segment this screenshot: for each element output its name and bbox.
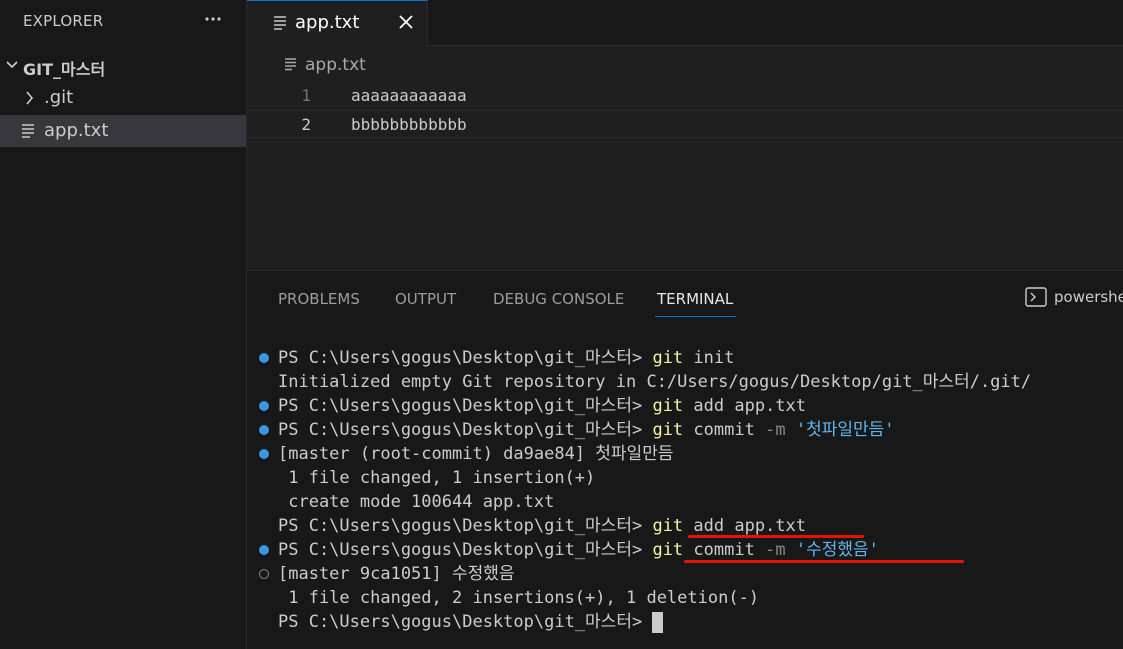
active-tab-indicator bbox=[655, 316, 736, 317]
line-text[interactable]: bbbbbbbbbbbb bbox=[351, 115, 467, 134]
output-text: 1 file changed, 1 insertion(+) bbox=[278, 468, 596, 488]
tab-output[interactable]: OUTPUT bbox=[395, 290, 456, 308]
file-lines-icon bbox=[22, 124, 34, 138]
prompt: PS C:\Users\gogus\Desktop\git_마스터> bbox=[278, 348, 643, 368]
command-success-dot[interactable] bbox=[259, 545, 269, 555]
terminal-line: PS C:\Users\gogus\Desktop\git_마스터> git c… bbox=[259, 418, 895, 442]
terminal-powershell-icon[interactable] bbox=[1025, 287, 1047, 307]
ellipsis-icon[interactable] bbox=[200, 6, 226, 32]
breadcrumb[interactable]: app.txt bbox=[305, 55, 366, 75]
tree-item-label: app.txt bbox=[44, 120, 109, 141]
output-text: [master 9ca1051] 수정했음 bbox=[278, 564, 515, 584]
command: git bbox=[652, 348, 684, 368]
command-args: add app.txt bbox=[693, 396, 807, 416]
command: git bbox=[652, 420, 684, 440]
red-annotation-underline bbox=[684, 560, 964, 563]
prompt: PS C:\Users\gogus\Desktop\git_마스터> bbox=[278, 516, 643, 536]
tab-bar: app.txt bbox=[247, 0, 1123, 46]
line-text[interactable]: aaaaaaaaaaaa bbox=[351, 86, 467, 105]
terminal-cursor[interactable] bbox=[652, 611, 664, 633]
prompt: PS C:\Users\gogus\Desktop\git_마스터> bbox=[278, 612, 643, 632]
command: git bbox=[652, 540, 684, 560]
command-success-dot[interactable] bbox=[259, 401, 269, 411]
terminal-line: [master (root-commit) da9ae84] 첫파일만듬 bbox=[259, 442, 674, 466]
folder-name: GIT_마스터 bbox=[23, 60, 106, 79]
chevron-right-icon bbox=[26, 91, 34, 105]
command-flag: -m bbox=[765, 420, 786, 440]
folder-row[interactable]: GIT_마스터 bbox=[0, 53, 246, 79]
prompt: PS C:\Users\gogus\Desktop\git_마스터> bbox=[278, 540, 643, 560]
terminal-line[interactable]: PS C:\Users\gogus\Desktop\git_마스터> bbox=[278, 610, 664, 634]
line-number: 1 bbox=[301, 86, 311, 105]
line-number: 2 bbox=[301, 115, 311, 134]
editor-line[interactable]: 1 aaaaaaaaaaaa bbox=[247, 82, 1123, 110]
terminal-line: [master 9ca1051] 수정했음 bbox=[259, 562, 515, 586]
command-pending-dot[interactable] bbox=[259, 569, 269, 579]
terminal-line: PS C:\Users\gogus\Desktop\git_마스터> git i… bbox=[259, 346, 735, 370]
command: git bbox=[652, 396, 684, 416]
prompt: PS C:\Users\gogus\Desktop\git_마스터> bbox=[278, 396, 643, 416]
command-args: commit bbox=[693, 540, 755, 560]
command-args: commit bbox=[693, 420, 755, 440]
command: git bbox=[652, 516, 684, 536]
tree-item-git[interactable]: .git bbox=[0, 82, 246, 114]
commit-message: '첫파일만듬' bbox=[795, 420, 895, 440]
output-text: Initialized empty Git repository in C:/U… bbox=[278, 372, 1032, 392]
editor-line-current[interactable]: 2 bbbbbbbbbbbb bbox=[247, 110, 1123, 138]
terminal-line: 1 file changed, 2 insertions(+), 1 delet… bbox=[278, 586, 759, 610]
command-success-dot[interactable] bbox=[259, 425, 269, 435]
output-text: [master (root-commit) da9ae84] 첫파일만듬 bbox=[278, 444, 674, 464]
command-success-dot[interactable] bbox=[259, 449, 269, 459]
terminal-line: create mode 100644 app.txt bbox=[278, 490, 554, 514]
tab-terminal[interactable]: TERMINAL bbox=[657, 290, 733, 308]
tab-label: app.txt bbox=[295, 12, 360, 33]
terminal-line: PS C:\Users\gogus\Desktop\git_마스터> git c… bbox=[259, 538, 879, 562]
command-success-dot[interactable] bbox=[259, 353, 269, 363]
output-text: create mode 100644 app.txt bbox=[278, 492, 555, 512]
output-text: 1 file changed, 2 insertions(+), 1 delet… bbox=[278, 588, 760, 608]
command-args: init bbox=[693, 348, 735, 368]
command-flag: -m bbox=[765, 540, 786, 560]
file-lines-icon bbox=[285, 58, 296, 71]
command-args: add app.txt bbox=[693, 516, 807, 536]
close-icon[interactable] bbox=[397, 13, 415, 31]
commit-message: '수정했음' bbox=[795, 540, 879, 560]
terminal-shell-label[interactable]: powershe bbox=[1054, 288, 1123, 306]
tree-item-app-txt[interactable]: app.txt bbox=[0, 115, 246, 147]
terminal-line: 1 file changed, 1 insertion(+) bbox=[278, 466, 595, 490]
tab-debug-console[interactable]: DEBUG CONSOLE bbox=[493, 290, 624, 308]
terminal-line: Initialized empty Git repository in C:/U… bbox=[278, 370, 1031, 394]
tree-item-label: .git bbox=[44, 87, 74, 108]
explorer-title: EXPLORER bbox=[23, 12, 104, 30]
file-lines-icon bbox=[274, 16, 286, 30]
tab-problems[interactable]: PROBLEMS bbox=[278, 290, 360, 308]
terminal-line: PS C:\Users\gogus\Desktop\git_마스터> git a… bbox=[259, 394, 807, 418]
prompt: PS C:\Users\gogus\Desktop\git_마스터> bbox=[278, 420, 643, 440]
chevron-down-icon bbox=[6, 61, 18, 69]
tab-app-txt[interactable]: app.txt bbox=[247, 0, 428, 46]
explorer-sidebar: EXPLORER GIT_마스터 .git app.txt bbox=[0, 0, 247, 649]
